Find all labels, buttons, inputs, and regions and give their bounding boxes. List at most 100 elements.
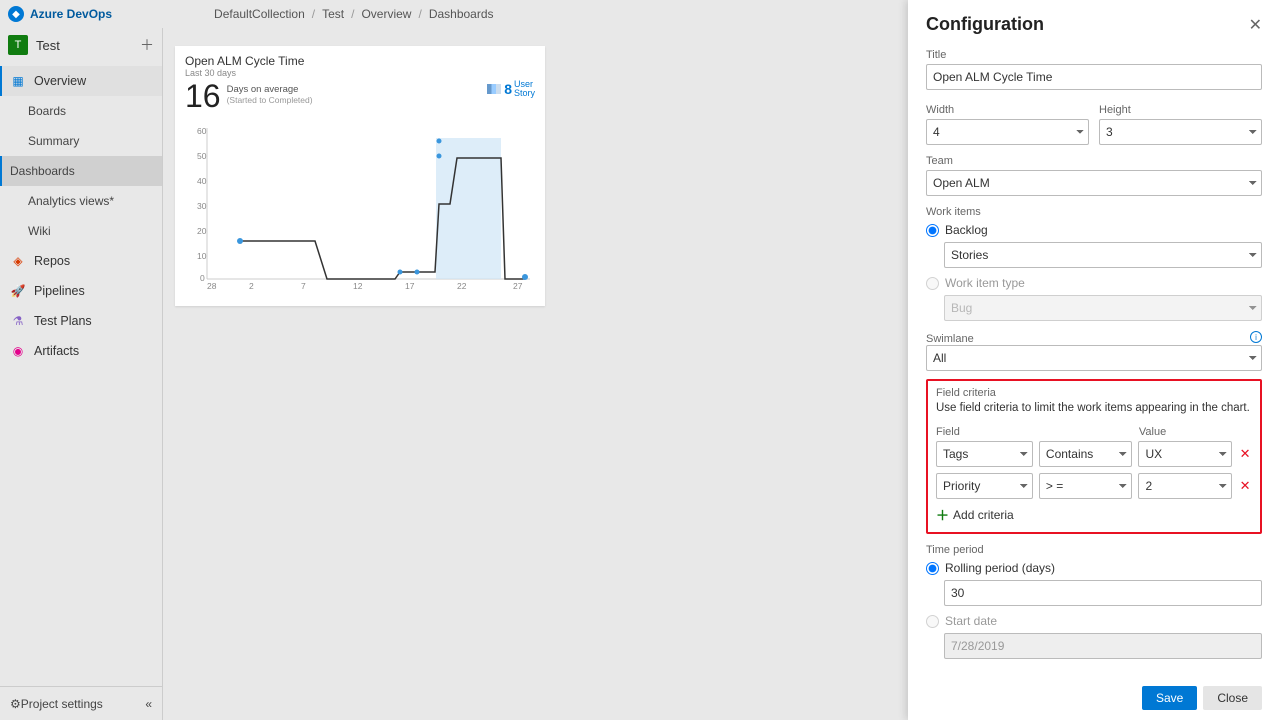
chart-area: 605040 3020100 28Jul (185, 116, 535, 291)
nav-dashboards[interactable]: Dashboards (0, 156, 162, 186)
delete-criteria-icon[interactable]: ✕ (1238, 478, 1252, 494)
widget-title: Open ALM Cycle Time (185, 54, 535, 68)
nav-overview[interactable]: ▦ Overview (0, 66, 162, 96)
repos-icon: ◈ (10, 253, 26, 269)
save-button[interactable]: Save (1142, 686, 1197, 710)
backlog-select[interactable]: Stories (944, 242, 1262, 268)
criteria-row: Tags Contains UX ✕ (936, 441, 1252, 467)
panel-heading: Configuration (926, 14, 1044, 35)
criteria-row: Priority > = 2 ✕ (936, 473, 1252, 499)
startdate-radio-row[interactable]: Start date (926, 614, 1262, 628)
nav-testplans[interactable]: ⚗ Test Plans (0, 306, 162, 336)
wit-select: Bug (944, 295, 1262, 321)
swimlane-label: Swimlane (926, 333, 974, 345)
nav-repos[interactable]: ◈ Repos (0, 246, 162, 276)
criteria-op-select[interactable]: > = (1039, 473, 1133, 499)
criteria-op-select[interactable]: Contains (1039, 441, 1133, 467)
left-nav: T Test ＋ ▦ Overview Boards Summary Dashb… (0, 28, 163, 720)
svg-text:27: 27 (513, 281, 523, 291)
nav-label: Artifacts (34, 344, 79, 358)
breadcrumb-page[interactable]: Dashboards (429, 7, 494, 21)
nav-label: Test Plans (34, 314, 92, 328)
nav-label: Repos (34, 254, 70, 268)
svg-text:0: 0 (200, 273, 205, 283)
rolling-radio[interactable] (926, 562, 939, 575)
artifacts-icon: ◉ (10, 343, 26, 359)
rolling-radio-row[interactable]: Rolling period (days) (926, 561, 1262, 575)
overview-icon: ▦ (10, 73, 26, 89)
breadcrumb-sep-icon: / (312, 7, 315, 21)
criteria-field-select[interactable]: Priority (936, 473, 1033, 499)
svg-text:12: 12 (353, 281, 363, 291)
field-criteria-help: Use field criteria to limit the work ite… (936, 402, 1252, 414)
nav-boards[interactable]: Boards (0, 96, 162, 126)
svg-text:7: 7 (301, 281, 306, 291)
breadcrumb-project[interactable]: Test (322, 7, 344, 21)
svg-text:Jul: Jul (207, 289, 218, 291)
add-criteria-button[interactable]: ＋ Add criteria (936, 505, 1252, 524)
width-label: Width (926, 104, 1089, 116)
criteria-value-select[interactable]: 2 (1138, 473, 1232, 499)
height-label: Height (1099, 104, 1262, 116)
title-label: Title (926, 49, 1262, 61)
wit-radio[interactable] (926, 277, 939, 290)
nav-analytics[interactable]: Analytics views* (0, 186, 162, 216)
testplans-icon: ⚗ (10, 313, 26, 329)
swimlane-select[interactable]: All (926, 345, 1262, 371)
widget-metric: 16 (185, 80, 221, 112)
workitems-label: Work items (926, 206, 1262, 218)
backlog-radio-row[interactable]: Backlog (926, 223, 1262, 237)
chart-svg: 605040 3020100 28Jul (185, 116, 535, 291)
rolling-input[interactable] (944, 580, 1262, 606)
nav-wiki[interactable]: Wiki (0, 216, 162, 246)
project-row[interactable]: T Test ＋ (0, 28, 162, 62)
brand-name[interactable]: Azure DevOps (30, 7, 112, 21)
svg-text:22: 22 (457, 281, 467, 291)
backlog-radio[interactable] (926, 224, 939, 237)
plus-icon: ＋ (936, 505, 949, 524)
delete-criteria-icon[interactable]: ✕ (1238, 446, 1252, 462)
team-label: Team (926, 155, 1262, 167)
collapse-icon[interactable]: « (145, 697, 152, 711)
width-select[interactable]: 4 (926, 119, 1089, 145)
cycle-time-widget[interactable]: Open ALM Cycle Time Last 30 days 16 Days… (175, 46, 545, 306)
field-criteria-label: Field criteria (936, 387, 1252, 399)
title-input[interactable] (926, 64, 1262, 90)
project-settings[interactable]: ⚙Project settings « (0, 686, 162, 720)
nav-pipelines[interactable]: 🚀 Pipelines (0, 276, 162, 306)
pipelines-icon: 🚀 (10, 283, 26, 299)
widget-legend: 8 UserStory (487, 80, 535, 98)
criteria-value-select[interactable]: UX (1138, 441, 1232, 467)
nav-summary[interactable]: Summary (0, 126, 162, 156)
add-icon[interactable]: ＋ (140, 35, 154, 55)
close-button[interactable]: Close (1203, 686, 1262, 710)
svg-text:17: 17 (405, 281, 415, 291)
svg-text:20: 20 (197, 226, 207, 236)
breadcrumb-section[interactable]: Overview (361, 7, 411, 21)
field-criteria-section: Field criteria Use field criteria to lim… (926, 379, 1262, 534)
nav-label: Pipelines (34, 284, 85, 298)
breadcrumb-collection[interactable]: DefaultCollection (214, 7, 305, 21)
time-period-label: Time period (926, 544, 1262, 556)
azdo-logo-icon: ◆ (8, 6, 24, 22)
widget-subtitle: Last 30 days (185, 68, 535, 78)
svg-text:10: 10 (197, 251, 207, 261)
nav-artifacts[interactable]: ◉ Artifacts (0, 336, 162, 366)
gear-icon: ⚙ (10, 697, 21, 711)
svg-text:50: 50 (197, 151, 207, 161)
bar-icon (487, 84, 501, 94)
criteria-field-select[interactable]: Tags (936, 441, 1033, 467)
svg-text:40: 40 (197, 176, 207, 186)
info-icon[interactable]: i (1250, 331, 1262, 343)
close-icon[interactable]: ✕ (1249, 15, 1262, 35)
nav-label: Overview (34, 74, 86, 88)
widget-metric-desc: Days on average (Started to Completed) (227, 84, 313, 112)
project-badge: T (8, 35, 28, 55)
svg-text:Aug: Aug (245, 289, 260, 291)
startdate-radio[interactable] (926, 615, 939, 628)
team-select[interactable]: Open ALM (926, 170, 1262, 196)
wit-radio-row[interactable]: Work item type (926, 276, 1262, 290)
svg-text:60: 60 (197, 126, 207, 136)
startdate-input (944, 633, 1262, 659)
height-select[interactable]: 3 (1099, 119, 1262, 145)
